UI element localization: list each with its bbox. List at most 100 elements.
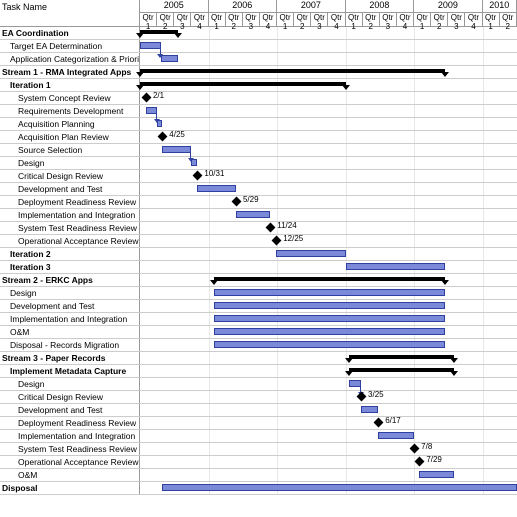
task-name-cell: EA Coordination [0, 27, 140, 39]
task-name-cell: Critical Design Review [0, 391, 140, 403]
milestone-label: 7/29 [426, 455, 442, 464]
milestone-icon [410, 444, 420, 454]
quarter-header: Qtr 2 [294, 13, 311, 26]
quarter-header: Qtr 1 [209, 13, 226, 26]
task-row: Design [0, 157, 517, 170]
task-bar [419, 471, 453, 478]
task-bar [197, 185, 236, 192]
task-row: Operational Acceptance Review7/29 [0, 456, 517, 469]
task-name-cell: Design [0, 157, 140, 169]
task-name-cell: Deployment Readiness Review [0, 417, 140, 429]
task-bar [346, 263, 445, 270]
milestone-label: 11/24 [277, 221, 296, 230]
year-header: 2010 [483, 0, 517, 13]
milestone-icon [232, 197, 242, 207]
task-row: Critical Design Review3/25 [0, 391, 517, 404]
quarter-header: Qtr 3 [380, 13, 397, 26]
task-bar-cell [140, 261, 517, 273]
quarter-header: Qtr 4 [397, 13, 414, 26]
task-bar-cell [140, 274, 517, 286]
milestone-icon [272, 236, 282, 246]
gantt-chart: Task Name 200520062007200820092010 Qtr 1… [0, 0, 517, 517]
task-bar-cell [140, 144, 517, 156]
quarter-header: Qtr 3 [174, 13, 191, 26]
task-row: Operational Acceptance Review12/25 [0, 235, 517, 248]
task-name-cell: Critical Design Review [0, 170, 140, 182]
task-row: Stream 1 - RMA Integrated Apps [0, 66, 517, 79]
task-name-cell: System Concept Review [0, 92, 140, 104]
milestone-label: 2/1 [153, 91, 164, 100]
task-row: O&M [0, 326, 517, 339]
task-name-cell: Operational Acceptance Review [0, 235, 140, 247]
task-bar-cell [140, 157, 517, 169]
task-bar-cell [140, 79, 517, 91]
task-name-cell: Design [0, 287, 140, 299]
task-name-cell: Stream 3 - Paper Records [0, 352, 140, 364]
task-bar-cell [140, 248, 517, 260]
task-name-cell: System Test Readiness Review [0, 222, 140, 234]
year-header: 2009 [414, 0, 483, 13]
milestone-label: 5/29 [243, 195, 259, 204]
task-bar-cell [140, 378, 517, 390]
milestone-icon [374, 418, 384, 428]
task-row: Acquisition Plan Review4/25 [0, 131, 517, 144]
task-row: System Concept Review 2/1 [0, 92, 517, 105]
task-row: Deployment Readiness Review6/17 [0, 417, 517, 430]
task-bar-cell: 7/8 [140, 443, 517, 455]
summary-bar [140, 30, 178, 34]
year-header: 2007 [277, 0, 346, 13]
quarter-header: Qtr 2 [363, 13, 380, 26]
task-name-cell: Acquisition Planning [0, 118, 140, 130]
task-row: Implementation and Integration [0, 313, 517, 326]
header-row: Task Name 200520062007200820092010 Qtr 1… [0, 0, 517, 27]
gantt-body: EA CoordinationTarget EA DeterminationAp… [0, 27, 517, 495]
task-bar-cell [140, 287, 517, 299]
summary-bar [140, 69, 445, 73]
task-row: Implement Metadata Capture [0, 365, 517, 378]
task-bar-cell [140, 209, 517, 221]
task-bar-cell [140, 482, 517, 494]
task-row: Implementation and Integration [0, 430, 517, 443]
task-bar-cell: 4/25 [140, 131, 517, 143]
summary-bar [349, 368, 454, 372]
task-name-cell: Disposal [0, 482, 140, 494]
task-name-cell: Development and Test [0, 183, 140, 195]
task-row: O&M [0, 469, 517, 482]
task-row: Stream 2 - ERKC Apps [0, 274, 517, 287]
task-name-cell: Iteration 3 [0, 261, 140, 273]
task-row: Stream 3 - Paper Records [0, 352, 517, 365]
milestone-icon [266, 223, 276, 233]
year-header: 2006 [209, 0, 278, 13]
task-bar [236, 211, 270, 218]
task-row: Iteration 2 [0, 248, 517, 261]
summary-bar [140, 82, 346, 86]
quarter-header: Qtr 4 [328, 13, 345, 26]
task-name-cell: Implement Metadata Capture [0, 365, 140, 377]
quarter-header: Qtr 1 [414, 13, 431, 26]
task-name-cell: System Test Readiness Review [0, 443, 140, 455]
milestone-icon [415, 457, 425, 467]
quarter-header: Qtr 4 [260, 13, 277, 26]
task-bar [157, 120, 162, 127]
quarter-header: Qtr 1 [277, 13, 294, 26]
task-name-cell: Iteration 2 [0, 248, 140, 260]
task-bar-cell [140, 469, 517, 481]
milestone-label: 4/25 [169, 130, 185, 139]
quarter-header: Qtr 3 [243, 13, 260, 26]
task-row: Target EA Determination [0, 40, 517, 53]
task-row: Deployment Readiness Review 5/29 [0, 196, 517, 209]
task-name-cell: Deployment Readiness Review [0, 196, 140, 208]
task-bar-cell [140, 430, 517, 442]
quarter-header: Qtr 4 [465, 13, 482, 26]
task-name-cell: Stream 1 - RMA Integrated Apps [0, 66, 140, 78]
task-row: Disposal [0, 482, 517, 495]
task-bar-cell [140, 118, 517, 130]
task-row: Implementation and Integration [0, 209, 517, 222]
task-bar [378, 432, 414, 439]
task-bar-cell [140, 326, 517, 338]
task-bar-cell: 10/31 [140, 170, 517, 182]
task-bar [162, 484, 517, 491]
task-bar [214, 289, 445, 296]
task-bar-cell: 3/25 [140, 391, 517, 403]
task-bar-cell [140, 313, 517, 325]
